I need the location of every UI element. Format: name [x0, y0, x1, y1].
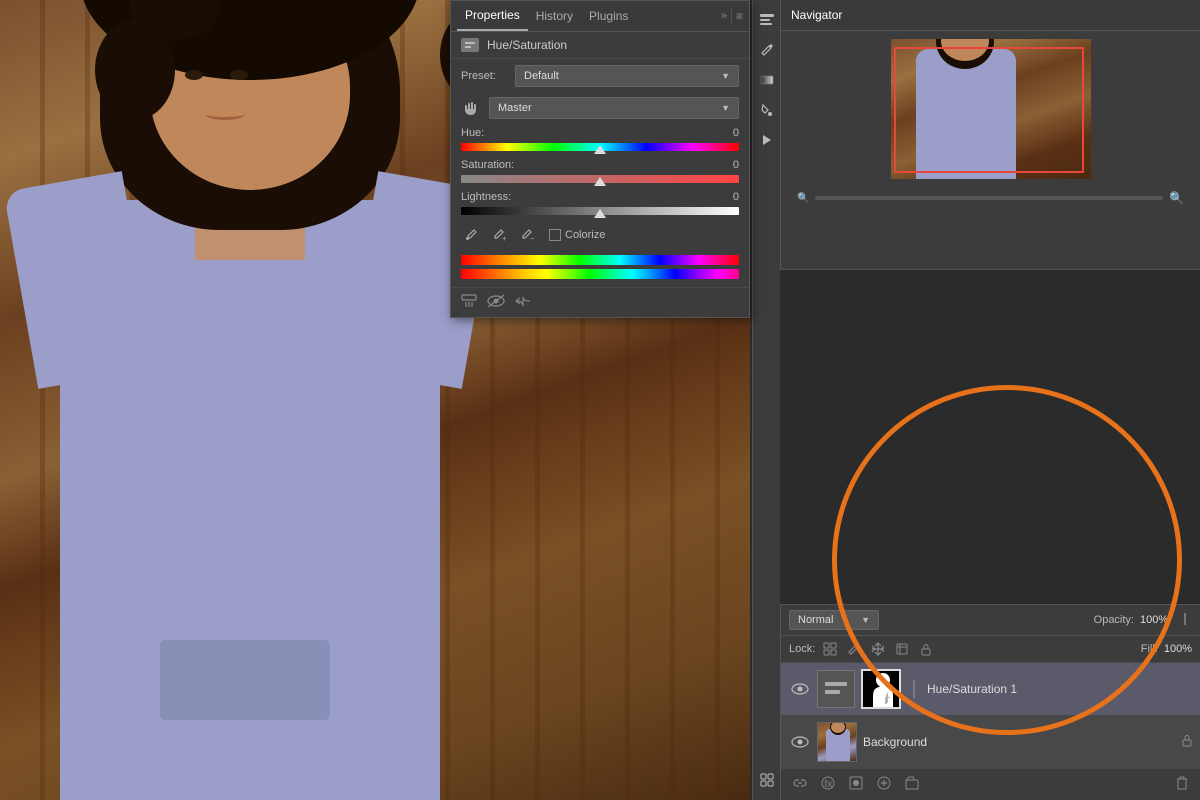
properties-title-bar: Hue/Saturation	[451, 32, 749, 59]
saturation-slider-thumb[interactable]	[594, 177, 606, 186]
adjustment-icon	[461, 38, 479, 52]
navigator-thumbnail	[891, 39, 1091, 179]
blend-chevron-icon: ▼	[861, 615, 870, 625]
mask-thumb	[861, 669, 901, 709]
lightness-label: Lightness:	[461, 191, 511, 203]
clip-to-layer-icon[interactable]	[461, 294, 477, 311]
lightness-value[interactable]: 0	[719, 191, 739, 203]
properties-title: Hue/Saturation	[487, 38, 567, 52]
hand-icon[interactable]	[461, 97, 483, 119]
layers-bottom-toolbar: fx	[781, 769, 1200, 800]
spectrum-bar-bottom	[461, 269, 739, 279]
layer-eye-icon-bg[interactable]	[789, 731, 811, 753]
pencil-icon[interactable]	[755, 38, 779, 62]
tab-plugins[interactable]: Plugins	[581, 2, 636, 30]
tab-properties[interactable]: Properties	[457, 1, 528, 31]
lightness-slider-thumb[interactable]	[594, 209, 606, 218]
spectrum-bar-top	[461, 255, 739, 265]
create-group-icon[interactable]	[901, 774, 923, 795]
hue-label: Hue:	[461, 127, 484, 139]
zoom-in-icon[interactable]: 🔍	[1169, 191, 1184, 205]
opacity-label: Opacity:	[1094, 614, 1134, 626]
panel-menu-icon[interactable]: ≡	[731, 9, 743, 23]
expand-panels-icon[interactable]: »	[721, 10, 727, 22]
delete-layer-icon[interactable]	[1172, 774, 1192, 795]
hue-value[interactable]: 0	[719, 127, 739, 139]
layer-name-background: Background	[863, 735, 1176, 749]
layers-grid-icon[interactable]	[755, 768, 779, 792]
play-icon[interactable]	[755, 128, 779, 152]
hue-slider-thumb[interactable]	[594, 145, 606, 154]
svg-text:+: +	[502, 234, 506, 242]
channel-chevron-icon: ▼	[721, 103, 730, 113]
properties-tabs: Properties History Plugins » ≡	[451, 1, 749, 32]
layer-chain-icon	[907, 678, 921, 700]
saturation-value[interactable]: 0	[719, 159, 739, 171]
navigator-zoom-slider[interactable]	[815, 196, 1163, 200]
blend-mode-select[interactable]: Normal ▼	[789, 610, 879, 630]
svg-text:fx: fx	[825, 779, 833, 790]
paint-bucket-icon[interactable]	[755, 98, 779, 122]
properties-tool-icon[interactable]	[755, 8, 779, 32]
toolbar	[752, 0, 780, 800]
lock-row: Lock: Fill: 100%	[781, 636, 1200, 663]
saturation-slider-track[interactable]	[461, 175, 739, 183]
link-layers-icon[interactable]	[789, 774, 811, 795]
layer-name-hue-sat: Hue/Saturation 1	[927, 682, 1192, 696]
colorize-checkbox[interactable]	[549, 229, 561, 241]
preset-chevron-icon: ▼	[721, 71, 730, 81]
add-style-icon[interactable]: fx	[817, 774, 839, 795]
lightness-row: Lightness: 0	[451, 187, 749, 219]
tools-colorize-row: + − Colorize	[451, 219, 749, 251]
opacity-value[interactable]: 100%	[1140, 614, 1170, 626]
layers-panel: Normal ▼ Opacity: 100% Lock: Fill: 100%	[780, 604, 1200, 800]
hue-row: Hue: 0	[451, 123, 749, 155]
gradient-tool-icon[interactable]	[755, 68, 779, 92]
channel-row: Master ▼	[451, 93, 749, 123]
fill-value[interactable]: 100%	[1164, 643, 1192, 655]
lock-label: Lock:	[789, 643, 815, 655]
lock-padlock-icon[interactable]	[917, 640, 935, 658]
zoom-out-icon[interactable]: 🔍	[797, 193, 809, 204]
add-adjustment-icon[interactable]	[873, 774, 895, 795]
colorize-label: Colorize	[565, 229, 605, 241]
layer-lock-icon	[1182, 734, 1192, 750]
saturation-label: Saturation:	[461, 159, 514, 171]
adjustment-thumb	[817, 670, 855, 708]
visibility-icon[interactable]	[487, 294, 505, 311]
saturation-row: Saturation: 0	[451, 155, 749, 187]
layers-controls-row: Normal ▼ Opacity: 100%	[781, 605, 1200, 636]
layer-background[interactable]: Background	[781, 716, 1200, 769]
properties-bottom-bar	[451, 287, 749, 317]
lock-brush-icon[interactable]	[845, 640, 863, 658]
layer-hue-saturation[interactable]: Hue/Saturation 1	[781, 663, 1200, 716]
navigator-tab[interactable]: Navigator	[791, 5, 842, 25]
preset-label: Preset:	[461, 70, 509, 82]
lock-move-icon[interactable]	[869, 640, 887, 658]
preset-select[interactable]: Default ▼	[515, 65, 739, 87]
colorize-checkbox-row[interactable]: Colorize	[549, 229, 605, 241]
lock-pixels-icon[interactable]	[821, 640, 839, 658]
properties-panel: Properties History Plugins » ≡ Hue/Satur…	[450, 0, 750, 318]
lightness-slider-track[interactable]	[461, 207, 739, 215]
history-back-icon[interactable]	[515, 294, 531, 311]
svg-text:−: −	[530, 234, 534, 242]
background-thumb	[817, 722, 857, 762]
lock-crop-icon[interactable]	[893, 640, 911, 658]
fill-label: Fill:	[1141, 643, 1158, 655]
opacity-chain-icon[interactable]	[1178, 612, 1192, 629]
preset-row: Preset: Default ▼	[451, 59, 749, 93]
hue-slider-track[interactable]	[461, 143, 739, 151]
eyedropper-icon[interactable]	[461, 225, 481, 245]
channel-select[interactable]: Master ▼	[489, 97, 739, 119]
eyedropper-subtract-icon[interactable]: −	[517, 225, 537, 245]
eyedropper-add-icon[interactable]: +	[489, 225, 509, 245]
layer-eye-icon[interactable]	[789, 678, 811, 700]
navigator-panel: Navigator 🔍 🔍	[780, 0, 1200, 270]
add-mask-icon[interactable]	[845, 774, 867, 795]
color-spectrum-bars	[451, 251, 749, 283]
tab-history[interactable]: History	[528, 2, 581, 30]
